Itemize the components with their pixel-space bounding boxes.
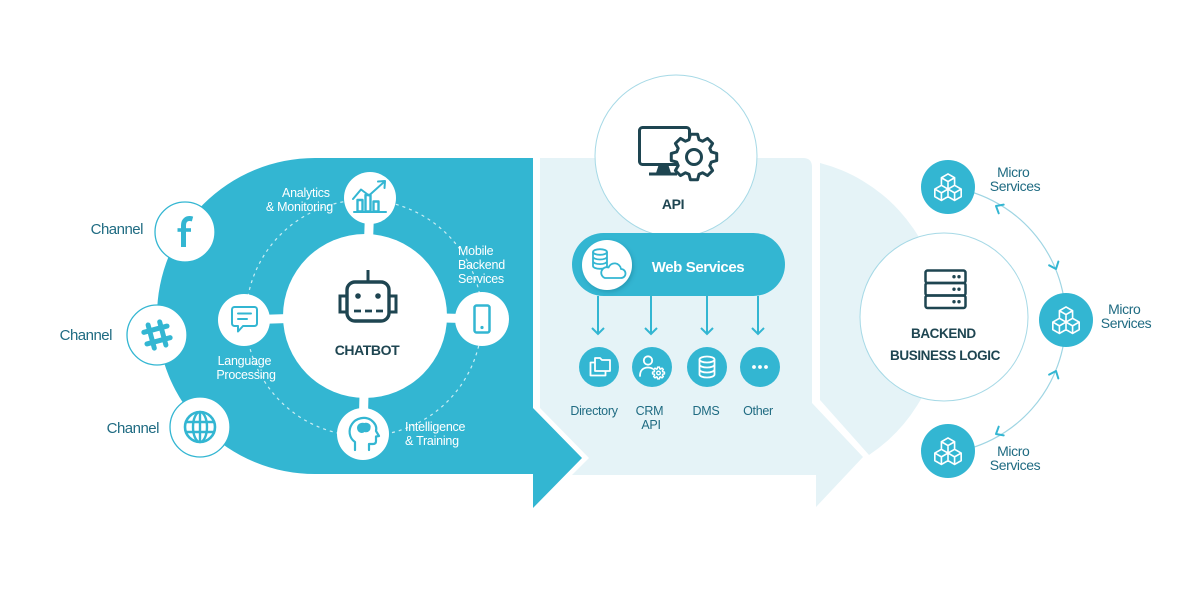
channel-web	[169, 396, 231, 458]
web-services-label: Web Services	[652, 259, 745, 276]
channel-slack	[126, 304, 188, 366]
micro-service-label: Micro Services	[1101, 301, 1152, 331]
micro-service-middle: Micro Services	[1039, 293, 1152, 347]
label-line: BACKEND	[911, 326, 976, 341]
channel-label: Channel	[107, 420, 160, 437]
label-line: Services	[1101, 315, 1152, 331]
label-line: BUSINESS LOGIC	[890, 348, 1001, 363]
label-line: Mobile	[458, 244, 494, 258]
api-node: API	[594, 74, 758, 238]
label-line: CRM	[636, 404, 664, 418]
web-services-node: Web Services	[572, 233, 785, 296]
label-line: Backend	[458, 258, 505, 272]
label-line: & Monitoring	[266, 200, 333, 214]
channel-circle	[126, 304, 188, 366]
capability-intelligence	[337, 408, 389, 460]
channel-facebook	[154, 201, 216, 263]
capability-circle	[337, 408, 389, 460]
label-line: Services	[990, 178, 1041, 194]
micro-service-bottom: Micro Services	[921, 424, 1041, 478]
service-label: Directory	[570, 404, 618, 418]
backend-circle	[859, 232, 1029, 402]
channel-label: Channel	[91, 221, 144, 238]
label-line: Analytics	[282, 186, 330, 200]
service-circle	[579, 347, 619, 387]
more-dots-icon	[752, 365, 768, 369]
channel-label: Channel	[60, 327, 113, 344]
label-line: Language	[218, 354, 272, 368]
label-line: API	[641, 418, 660, 432]
capability-analytics	[344, 172, 396, 224]
label-line: Services	[990, 457, 1041, 473]
diagram-canvas: Channel Channel Channel CHATBOT Analytic…	[60, 74, 1152, 508]
micro-service-top: Micro Services	[921, 160, 1041, 214]
chatbot-circle	[283, 234, 447, 398]
service-circle	[632, 347, 672, 387]
api-label: API	[662, 196, 684, 212]
capability-label-language: Language Processing	[216, 354, 276, 382]
capability-circle	[455, 292, 509, 346]
capability-mobile	[455, 292, 509, 346]
micro-service-label: Micro Services	[990, 443, 1041, 473]
label-line: Intelligence	[405, 420, 466, 434]
chatbot-architecture-infographic: Channel Channel Channel CHATBOT Analytic…	[0, 0, 1200, 600]
label-line: & Training	[405, 434, 459, 448]
micro-service-label: Micro Services	[990, 164, 1041, 194]
service-label: DMS	[693, 404, 720, 418]
backend-node: BACKEND BUSINESS LOGIC	[859, 232, 1029, 402]
chatbot-node: CHATBOT	[283, 234, 447, 398]
capability-language	[218, 294, 270, 346]
service-label: Other	[743, 404, 773, 418]
chatbot-label: CHATBOT	[335, 342, 400, 358]
label-line: Services	[458, 272, 504, 286]
label-line: Processing	[216, 368, 276, 382]
